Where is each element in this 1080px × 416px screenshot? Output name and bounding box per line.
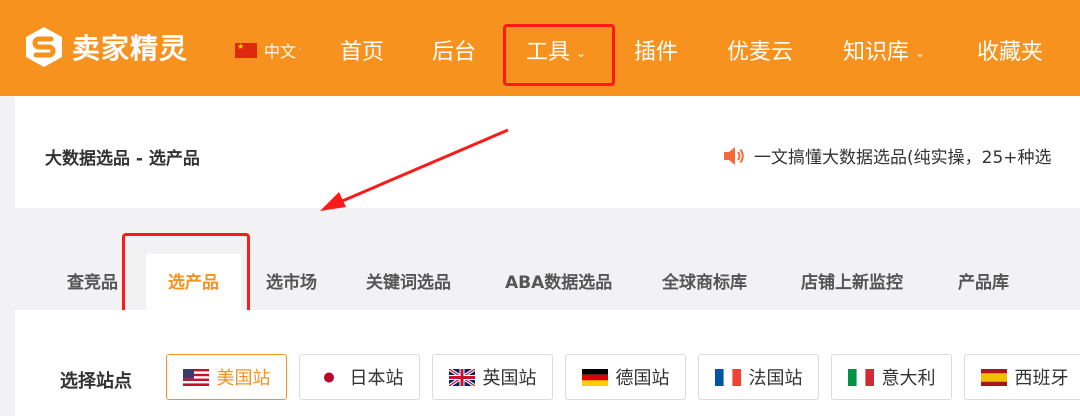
site-label: 法国站 bbox=[748, 368, 803, 389]
nav-label: 知识库 bbox=[843, 40, 910, 65]
announcement-text: 一文搞懂大数据选品(纯实操，25+种选 bbox=[754, 148, 1052, 168]
nav-label: 优麦云 bbox=[727, 40, 794, 65]
site-label: 意大利 bbox=[881, 368, 936, 389]
brand-logo[interactable]: 卖家精灵 bbox=[22, 24, 188, 70]
tab-trademark-library[interactable]: 全球商标库 bbox=[662, 254, 747, 310]
logo-icon bbox=[26, 27, 62, 67]
site-selector-panel: 选择站点 美国站 日本站 英国站 德国站 法国站 意大利 西班牙 bbox=[15, 310, 1080, 416]
language-caret: · bbox=[298, 44, 302, 56]
nav-plugins[interactable]: 插件 bbox=[634, 34, 678, 66]
site-uk-button[interactable]: 英国站 bbox=[432, 354, 553, 400]
us-flag-icon bbox=[182, 368, 209, 386]
site-label: 德国站 bbox=[615, 368, 670, 389]
it-flag-icon bbox=[847, 368, 874, 386]
announcement[interactable]: 一文搞懂大数据选品(纯实操，25+种选 bbox=[722, 143, 1052, 168]
site-label: 日本站 bbox=[349, 368, 404, 389]
tab-select-market[interactable]: 选市场 bbox=[266, 254, 317, 310]
site-us-button[interactable]: 美国站 bbox=[166, 354, 287, 400]
nav-label: 首页 bbox=[340, 40, 385, 65]
annotation-box-tools bbox=[503, 24, 615, 86]
nav-favorites[interactable]: 收藏夹 bbox=[977, 34, 1043, 66]
nav-knowledge-base[interactable]: 知识库 ⌄ bbox=[843, 34, 925, 66]
site-it-button[interactable]: 意大利 bbox=[831, 354, 952, 400]
nav-label: 插件 bbox=[634, 40, 679, 65]
nav-label: 收藏夹 bbox=[977, 40, 1044, 65]
top-nav-bar: 卖家精灵 中文 · 首页 后台 工具⌄ 插件 优麦云 知识库⌄ 收藏夹 bbox=[0, 0, 1080, 96]
site-jp-button[interactable]: 日本站 bbox=[299, 354, 420, 400]
site-fr-button[interactable]: 法国站 bbox=[698, 354, 819, 400]
uk-flag-icon bbox=[448, 368, 475, 386]
nav-youmaiyun[interactable]: 优麦云 bbox=[727, 34, 793, 66]
site-selector-label: 选择站点 bbox=[60, 371, 132, 392]
tab-keyword-selection[interactable]: 关键词选品 bbox=[366, 254, 451, 310]
site-es-button[interactable]: 西班牙 bbox=[964, 354, 1080, 400]
language-selector[interactable]: 中文 · bbox=[235, 38, 301, 62]
chevron-down-icon: ⌄ bbox=[915, 46, 926, 60]
fr-flag-icon bbox=[714, 368, 741, 386]
es-flag-icon bbox=[980, 368, 1007, 386]
tab-competitor[interactable]: 查竞品 bbox=[67, 254, 118, 310]
nav-home[interactable]: 首页 bbox=[340, 34, 384, 66]
site-label: 西班牙 bbox=[1014, 368, 1069, 389]
tab-store-monitor[interactable]: 店铺上新监控 bbox=[801, 254, 903, 310]
jp-flag-icon bbox=[315, 368, 342, 386]
de-flag-icon bbox=[581, 368, 608, 386]
page-title: 大数据选品 - 选产品 bbox=[45, 149, 200, 169]
brand-name: 卖家精灵 bbox=[72, 32, 189, 65]
nav-backend[interactable]: 后台 bbox=[432, 34, 476, 66]
nav-label: 后台 bbox=[432, 40, 477, 65]
page-header: 大数据选品 - 选产品 一文搞懂大数据选品(纯实操，25+种选 bbox=[15, 96, 1080, 208]
site-de-button[interactable]: 德国站 bbox=[565, 354, 686, 400]
cn-flag-icon bbox=[235, 42, 257, 58]
tab-product-library[interactable]: 产品库 bbox=[958, 254, 1009, 310]
site-label: 英国站 bbox=[482, 368, 537, 389]
site-label: 美国站 bbox=[216, 368, 271, 389]
tab-aba-selection[interactable]: ABA数据选品 bbox=[505, 254, 612, 310]
speaker-icon bbox=[724, 146, 744, 165]
language-label: 中文 bbox=[264, 42, 297, 61]
